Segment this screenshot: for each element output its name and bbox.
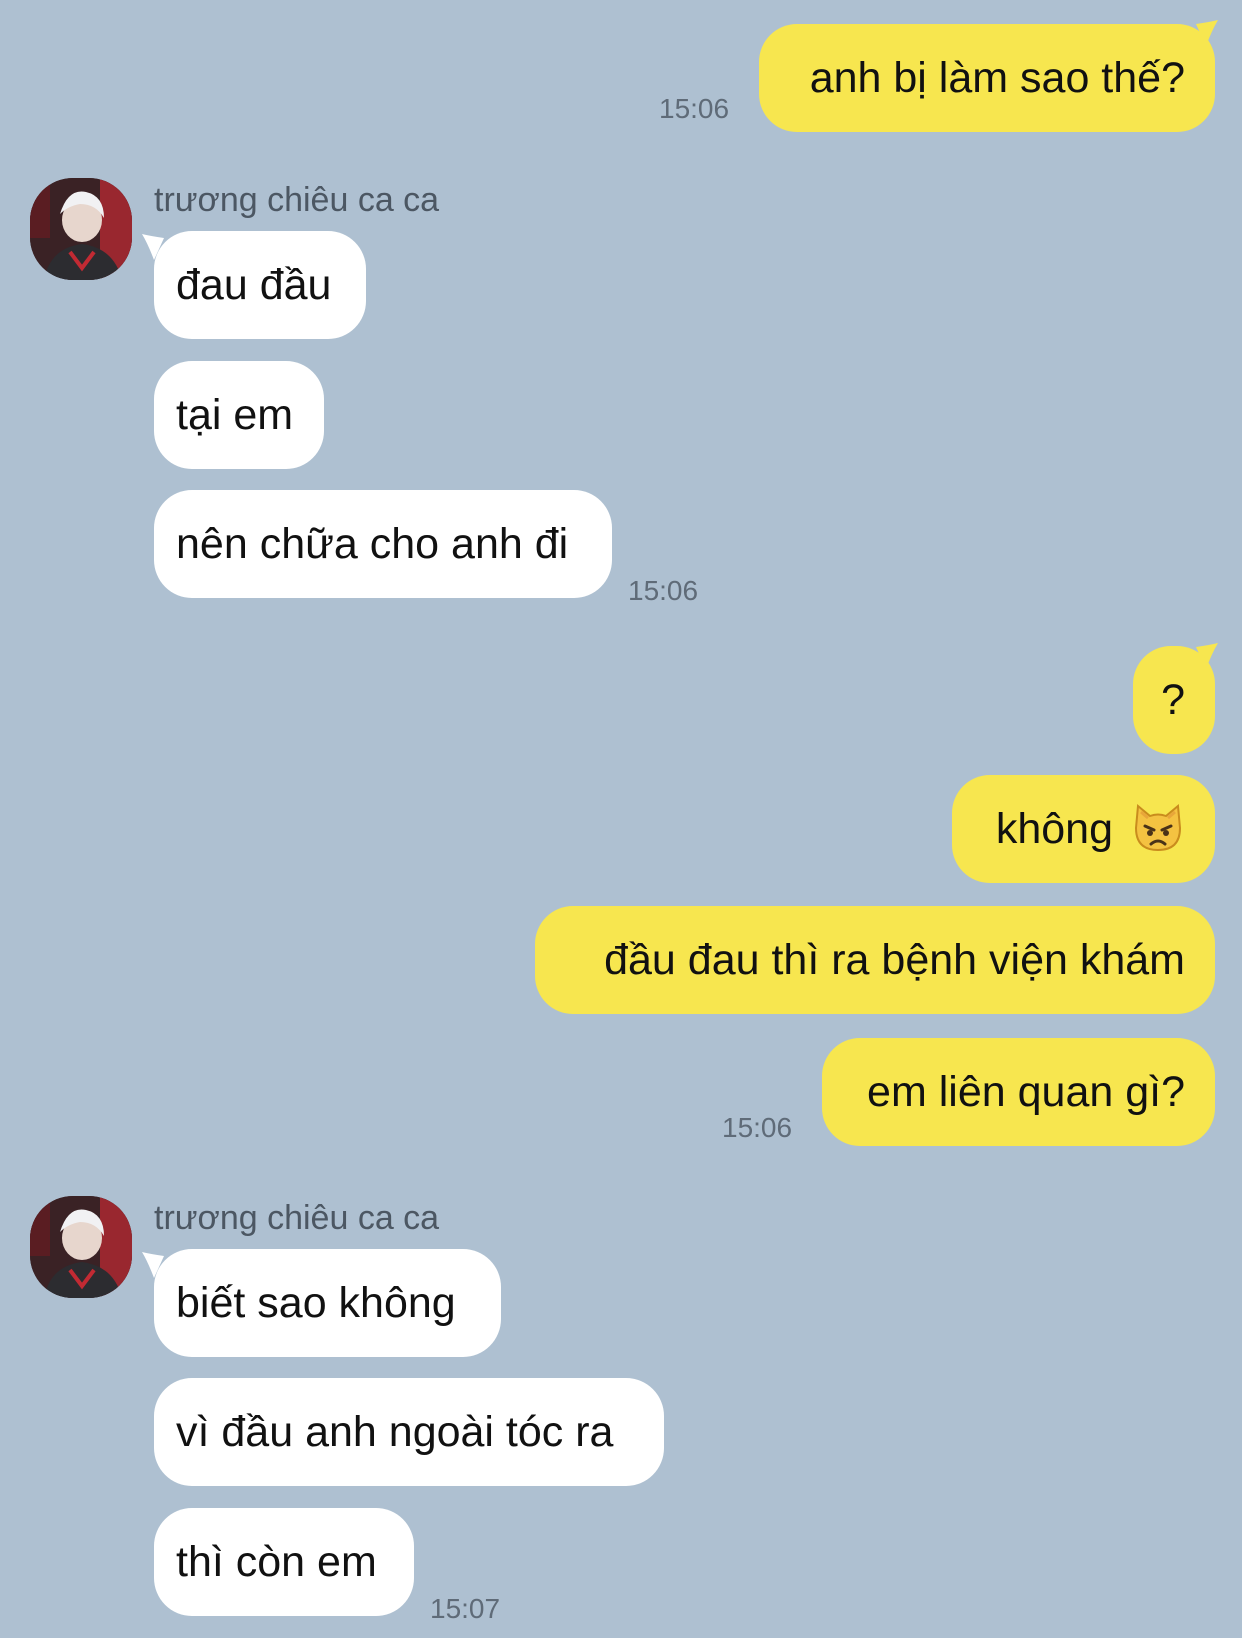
message-text: biết sao không — [176, 1278, 456, 1327]
avatar[interactable] — [30, 178, 132, 280]
message-bubble-outgoing[interactable]: anh bị làm sao thế? — [759, 24, 1215, 132]
message-bubble-outgoing[interactable]: ? — [1133, 646, 1215, 754]
message-bubble-incoming[interactable]: tại em — [154, 361, 324, 469]
message-text: ? — [1161, 675, 1185, 724]
message-bubble-incoming[interactable]: đau đầu — [154, 231, 366, 339]
timestamp: 15:07 — [430, 1593, 501, 1624]
message-bubble-incoming[interactable]: nên chữa cho anh đi — [154, 490, 612, 598]
message-text: đau đầu — [176, 260, 332, 309]
message-bubble-outgoing[interactable]: không — [952, 775, 1215, 883]
message-text: tại em — [176, 390, 294, 439]
message-bubble-outgoing[interactable]: em liên quan gì? — [822, 1038, 1215, 1146]
message-text: anh bị làm sao thế? — [809, 53, 1185, 102]
avatar[interactable] — [30, 1196, 132, 1298]
sender-name: trương chiêu ca ca — [154, 1199, 440, 1237]
message-text: vì đầu anh ngoài tóc ra — [176, 1407, 614, 1456]
message-bubble-incoming[interactable]: vì đầu anh ngoài tóc ra — [154, 1378, 664, 1486]
timestamp: 15:06 — [628, 575, 699, 606]
angry-cat-emoji-icon — [1134, 804, 1182, 852]
message-text: nên chữa cho anh đi — [176, 519, 569, 568]
avatar-photo-icon — [30, 1196, 132, 1298]
message-text: đầu đau thì ra bệnh viện khám — [604, 935, 1185, 984]
message-text: thì còn em — [176, 1537, 377, 1586]
message-text: không — [995, 804, 1113, 853]
message-text: em liên quan gì? — [867, 1067, 1185, 1116]
avatar-photo-icon — [30, 178, 132, 280]
sender-name: trương chiêu ca ca — [154, 181, 440, 219]
message-bubble-outgoing[interactable]: đầu đau thì ra bệnh viện khám — [535, 906, 1215, 1014]
timestamp: 15:06 — [659, 93, 730, 124]
message-bubble-incoming[interactable]: thì còn em — [154, 1508, 414, 1616]
timestamp: 15:06 — [722, 1112, 793, 1143]
message-bubble-incoming[interactable]: biết sao không — [154, 1249, 501, 1357]
